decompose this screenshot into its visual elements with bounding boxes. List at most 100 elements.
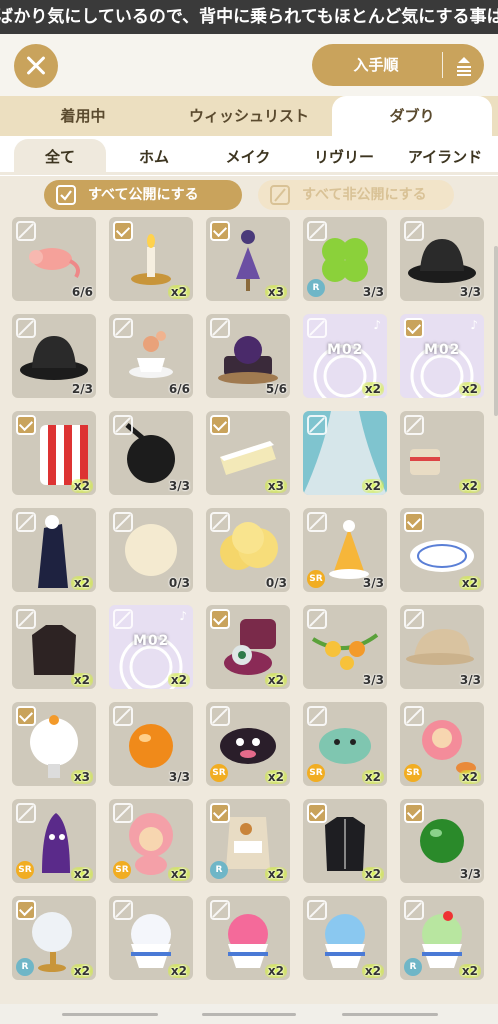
public-checkbox-unchecked[interactable]	[307, 706, 327, 726]
item-tile[interactable]: 2/3	[12, 314, 96, 398]
make-all-private-button[interactable]: すべて非公開にする	[258, 180, 454, 210]
item-tile[interactable]: M02 ♪ x2	[109, 605, 193, 689]
item-tile[interactable]: SR x2	[206, 702, 290, 786]
public-checkbox-unchecked[interactable]	[210, 900, 230, 920]
item-tile[interactable]: x2	[400, 411, 484, 495]
public-checkbox-checked[interactable]	[210, 609, 230, 629]
scroll-edge[interactable]	[494, 246, 498, 416]
item-tile[interactable]: SR x2	[303, 702, 387, 786]
tab-wearing[interactable]: 着用中	[0, 96, 166, 136]
item-tile[interactable]: 3/3	[109, 411, 193, 495]
public-checkbox-unchecked[interactable]	[404, 900, 424, 920]
public-checkbox-unchecked[interactable]	[16, 609, 36, 629]
public-checkbox-unchecked[interactable]	[404, 706, 424, 726]
public-checkbox-checked[interactable]	[16, 706, 36, 726]
item-tile[interactable]: x2	[206, 605, 290, 689]
public-checkbox-unchecked[interactable]	[113, 512, 133, 532]
public-checkbox-unchecked[interactable]	[16, 803, 36, 823]
music-note-icon: ♪	[179, 609, 187, 623]
public-checkbox-unchecked[interactable]	[210, 318, 230, 338]
public-checkbox-unchecked[interactable]	[113, 900, 133, 920]
subtab-home[interactable]: ホム	[108, 139, 200, 175]
item-tile[interactable]: x2	[206, 896, 290, 980]
item-tile[interactable]: Rx2	[206, 799, 290, 883]
item-count: x2	[361, 382, 384, 396]
item-tile[interactable]: x2	[303, 896, 387, 980]
item-tile[interactable]: x3	[206, 217, 290, 301]
public-checkbox-unchecked[interactable]	[404, 609, 424, 629]
item-tile[interactable]: 3/3	[400, 217, 484, 301]
item-tile[interactable]: x3	[12, 702, 96, 786]
public-checkbox-unchecked[interactable]	[307, 318, 327, 338]
public-checkbox-unchecked[interactable]	[404, 415, 424, 435]
public-checkbox-unchecked[interactable]	[210, 512, 230, 532]
item-tile[interactable]: 6/6	[12, 217, 96, 301]
nav-bar-center	[202, 1013, 296, 1016]
item-tile[interactable]: x2	[12, 411, 96, 495]
public-checkbox-checked[interactable]	[210, 221, 230, 241]
public-checkbox-checked[interactable]	[404, 512, 424, 532]
item-tile[interactable]: x3	[206, 411, 290, 495]
public-checkbox-unchecked[interactable]	[113, 415, 133, 435]
subtab-all[interactable]: 全て	[14, 139, 106, 175]
public-checkbox-checked[interactable]	[16, 900, 36, 920]
item-tile[interactable]: 3/3	[303, 605, 387, 689]
item-tile[interactable]: 3/3	[109, 702, 193, 786]
item-count: x2	[361, 867, 384, 881]
tab-duplicates[interactable]: ダブり	[332, 96, 492, 136]
item-count: x2	[70, 479, 93, 493]
item-tile[interactable]: 3/3	[400, 799, 484, 883]
item-tile[interactable]: Rx2	[400, 896, 484, 980]
item-tile[interactable]: Rx2	[12, 896, 96, 980]
subtab-livly[interactable]: リヴリー	[296, 139, 392, 175]
subtab-makeup[interactable]: メイク	[202, 139, 294, 175]
item-tile[interactable]: SR x2	[400, 702, 484, 786]
item-tile[interactable]: x2	[303, 799, 387, 883]
item-tile[interactable]: R 3/3	[303, 217, 387, 301]
make-all-public-button[interactable]: すべて公開にする	[44, 180, 242, 210]
item-tile[interactable]: 5/6	[206, 314, 290, 398]
public-checkbox-checked[interactable]	[113, 221, 133, 241]
public-checkbox-unchecked[interactable]	[210, 706, 230, 726]
item-tile[interactable]: x2	[303, 411, 387, 495]
public-checkbox-unchecked[interactable]	[113, 609, 133, 629]
public-checkbox-checked[interactable]	[404, 318, 424, 338]
public-checkbox-unchecked[interactable]	[113, 318, 133, 338]
tab-wishlist[interactable]: ウィッシュリスト	[166, 96, 332, 136]
item-tile[interactable]: M02 ♪ x2	[303, 314, 387, 398]
item-tile[interactable]: x2	[400, 508, 484, 592]
public-checkbox-unchecked[interactable]	[307, 415, 327, 435]
item-tile[interactable]: 3/3	[400, 605, 484, 689]
subtab-island[interactable]: アイランド	[392, 139, 498, 175]
item-tile[interactable]: SR x2	[109, 799, 193, 883]
item-tile[interactable]: x2	[109, 896, 193, 980]
sort-button[interactable]: 入手順	[312, 44, 484, 86]
public-checkbox-unchecked[interactable]	[307, 609, 327, 629]
public-checkbox-unchecked[interactable]	[16, 318, 36, 338]
public-checkbox-unchecked[interactable]	[16, 221, 36, 241]
close-button[interactable]	[14, 44, 58, 88]
public-checkbox-checked[interactable]	[210, 803, 230, 823]
item-tile[interactable]: 0/3	[109, 508, 193, 592]
public-checkbox-unchecked[interactable]	[307, 900, 327, 920]
public-checkbox-unchecked[interactable]	[113, 706, 133, 726]
public-checkbox-checked[interactable]	[210, 415, 230, 435]
item-count: 5/6	[265, 382, 287, 396]
public-checkbox-unchecked[interactable]	[404, 221, 424, 241]
public-checkbox-checked[interactable]	[404, 803, 424, 823]
item-tile[interactable]: SR 3/3	[303, 508, 387, 592]
public-checkbox-unchecked[interactable]	[113, 803, 133, 823]
public-checkbox-checked[interactable]	[16, 415, 36, 435]
item-tile[interactable]: 0/3	[206, 508, 290, 592]
public-checkbox-checked[interactable]	[307, 803, 327, 823]
item-tile[interactable]: x2	[109, 217, 193, 301]
item-tile[interactable]: SR x2	[12, 799, 96, 883]
item-tile[interactable]: x2	[12, 508, 96, 592]
public-checkbox-unchecked[interactable]	[307, 221, 327, 241]
public-checkbox-unchecked[interactable]	[307, 512, 327, 532]
item-tile[interactable]: 6/6	[109, 314, 193, 398]
item-tile[interactable]: M02 ♪ x2	[400, 314, 484, 398]
main-tabs: 着用中 ウィッシュリスト ダブり	[0, 96, 498, 136]
public-checkbox-unchecked[interactable]	[16, 512, 36, 532]
item-tile[interactable]: x2	[12, 605, 96, 689]
